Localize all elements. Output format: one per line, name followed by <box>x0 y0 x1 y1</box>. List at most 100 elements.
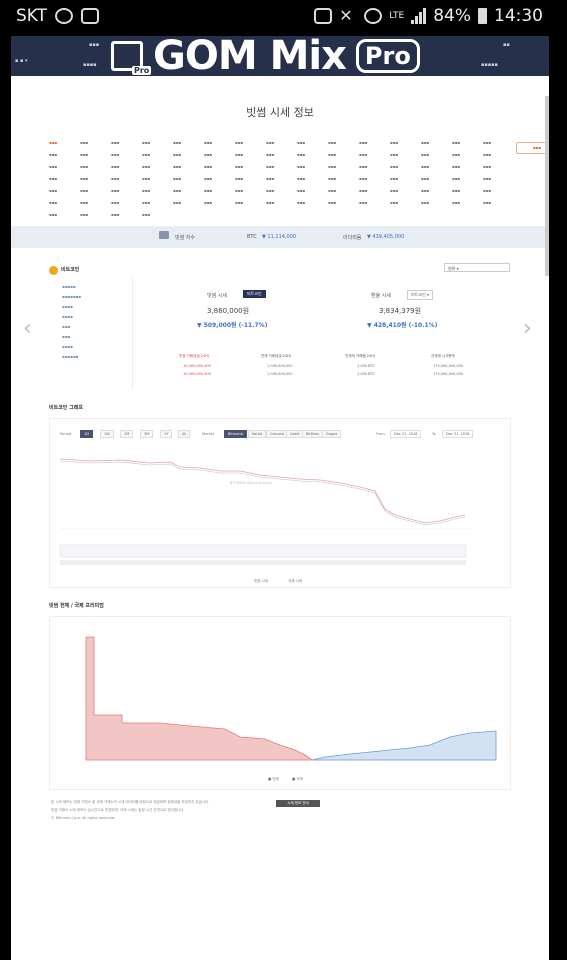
category-tab[interactable]: ▪▪▪ <box>483 200 491 205</box>
category-tab[interactable]: ▪▪▪ <box>421 200 429 205</box>
header-menu-item[interactable]: ▪▪▪▪▪ <box>481 62 498 68</box>
category-tab[interactable]: ▪▪▪ <box>142 140 150 145</box>
category-tab[interactable]: ▪▪▪ <box>328 176 336 181</box>
category-tab[interactable]: ▪▪▪ <box>204 200 212 205</box>
category-tab[interactable]: ▪▪▪ <box>483 176 491 181</box>
category-tab[interactable]: ▪▪▪ <box>49 200 57 205</box>
category-tab[interactable]: ▪▪▪ <box>235 140 243 145</box>
category-tab[interactable]: ▪▪▪ <box>359 188 367 193</box>
category-tab[interactable]: ▪▪▪ <box>452 176 460 181</box>
category-tab[interactable]: ▪▪▪ <box>142 152 150 157</box>
category-tab[interactable]: ▪▪▪ <box>204 188 212 193</box>
global-coin-select[interactable]: 비트코인 ▾ <box>407 290 434 300</box>
category-tab[interactable]: ▪▪▪ <box>328 200 336 205</box>
category-tab[interactable]: ▪▪▪ <box>235 164 243 169</box>
category-tab[interactable]: ▪▪▪ <box>452 140 460 145</box>
category-tab[interactable]: ▪▪▪ <box>266 152 274 157</box>
category-tab[interactable]: ▪▪▪ <box>49 188 57 193</box>
prev-arrow-icon[interactable]: ‹ <box>23 316 32 341</box>
side-list-item[interactable]: ▪▪▪▪▪▪▪ <box>62 294 81 299</box>
category-tab[interactable]: ▪▪▪ <box>297 188 305 193</box>
category-tab[interactable]: ▪▪▪ <box>390 176 398 181</box>
category-tab[interactable]: ▪▪▪ <box>452 152 460 157</box>
category-tab[interactable]: ▪▪▪ <box>483 140 491 145</box>
category-tab[interactable]: ▪▪▪ <box>359 140 367 145</box>
footer-info-button[interactable]: 시세 정보 안내 <box>276 800 320 807</box>
category-tab[interactable]: ▪▪▪ <box>266 188 274 193</box>
category-tab[interactable]: ▪▪▪ <box>173 152 181 157</box>
category-tab[interactable]: ▪▪▪ <box>173 164 181 169</box>
category-tab[interactable]: ▪▪▪ <box>80 176 88 181</box>
side-list-item[interactable]: ▪▪▪▪▪▪ <box>62 354 78 359</box>
category-tab[interactable]: ▪▪▪ <box>266 164 274 169</box>
range-scrollbar[interactable] <box>60 560 466 565</box>
bithumb-coin-tag[interactable]: 비트코인 <box>243 290 266 298</box>
header-menu-item[interactable]: ▪▪▪ <box>89 42 99 48</box>
category-tab[interactable]: ▪▪▪ <box>297 200 305 205</box>
category-tab[interactable]: ▪▪▪ <box>80 188 88 193</box>
header-menu-item[interactable]: ▪▪▪▪ <box>83 62 97 68</box>
category-tab[interactable]: ▪▪▪ <box>235 188 243 193</box>
category-tab[interactable]: ▪▪▪ <box>452 200 460 205</box>
category-tab[interactable]: ▪▪▪ <box>80 140 88 145</box>
category-tab[interactable]: ▪▪▪ <box>49 176 57 181</box>
category-tab[interactable]: ▪▪▪ <box>359 176 367 181</box>
category-tab[interactable]: ▪▪▪ <box>266 200 274 205</box>
side-list-item[interactable]: ▪▪▪▪ <box>62 314 73 319</box>
category-tab[interactable]: ▪▪▪ <box>111 152 119 157</box>
side-list-item[interactable]: ▪▪▪▪ <box>62 344 73 349</box>
category-tab[interactable]: ▪▪▪ <box>49 140 57 145</box>
category-tab[interactable]: ▪▪▪ <box>235 200 243 205</box>
category-tab[interactable]: ▪▪▪ <box>111 176 119 181</box>
category-tab[interactable]: ▪▪▪ <box>390 164 398 169</box>
category-tab[interactable]: ▪▪▪ <box>173 188 181 193</box>
category-tab[interactable]: ▪▪▪ <box>142 212 150 217</box>
category-tab[interactable]: ▪▪▪ <box>297 152 305 157</box>
category-tab[interactable]: ▪▪▪ <box>390 152 398 157</box>
currency-select[interactable]: 원화 ▾ <box>444 263 510 272</box>
category-tab[interactable]: ▪▪▪ <box>142 200 150 205</box>
category-tab[interactable]: ▪▪▪ <box>49 152 57 157</box>
category-tab[interactable]: ▪▪▪ <box>204 164 212 169</box>
category-tab[interactable]: ▪▪▪ <box>80 200 88 205</box>
category-tab[interactable]: ▪▪▪ <box>390 140 398 145</box>
category-tab[interactable]: ▪▪▪ <box>111 188 119 193</box>
category-tab[interactable]: ▪▪▪ <box>421 176 429 181</box>
category-tab[interactable]: ▪▪▪ <box>359 164 367 169</box>
category-tab[interactable]: ▪▪▪ <box>204 152 212 157</box>
category-tab[interactable]: ▪▪▪ <box>173 140 181 145</box>
category-tab[interactable]: ▪▪▪ <box>483 188 491 193</box>
side-list-item[interactable]: ▪▪▪ <box>62 334 70 339</box>
next-arrow-icon[interactable]: › <box>523 316 532 341</box>
category-tab[interactable]: ▪▪▪ <box>173 176 181 181</box>
category-tab[interactable]: ▪▪▪ <box>111 200 119 205</box>
category-tab[interactable]: ▪▪▪ <box>49 212 57 217</box>
header-menu-item[interactable]: ▪ ▪ ▾ <box>15 58 27 64</box>
category-tab[interactable]: ▪▪▪ <box>452 188 460 193</box>
category-tab[interactable]: ▪▪▪ <box>235 152 243 157</box>
category-tab[interactable]: ▪▪▪ <box>80 152 88 157</box>
category-tab[interactable]: ▪▪▪ <box>297 164 305 169</box>
category-tab[interactable]: ▪▪▪ <box>421 152 429 157</box>
category-tab[interactable]: ▪▪▪ <box>328 164 336 169</box>
category-tab[interactable]: ▪▪▪ <box>359 200 367 205</box>
category-tab[interactable]: ▪▪▪ <box>421 188 429 193</box>
range-navigator[interactable] <box>59 544 467 558</box>
category-tab[interactable]: ▪▪▪ <box>111 164 119 169</box>
category-tab[interactable]: ▪▪▪ <box>49 164 57 169</box>
category-tab[interactable]: ▪▪▪ <box>266 176 274 181</box>
side-list-item[interactable]: ▪▪▪ <box>62 324 70 329</box>
side-list-item[interactable]: ▪▪▪▪ <box>62 304 73 309</box>
category-tab[interactable]: ▪▪▪ <box>173 200 181 205</box>
category-tab[interactable]: ▪▪▪ <box>80 212 88 217</box>
category-tab[interactable]: ▪▪▪ <box>421 140 429 145</box>
category-tab[interactable]: ▪▪▪ <box>483 164 491 169</box>
category-tab[interactable]: ▪▪▪ <box>142 164 150 169</box>
category-tab[interactable]: ▪▪▪ <box>142 188 150 193</box>
category-tab[interactable]: ▪▪▪ <box>390 188 398 193</box>
category-tab[interactable]: ▪▪▪ <box>328 140 336 145</box>
page-scrollbar[interactable] <box>545 96 549 276</box>
category-tab[interactable]: ▪▪▪ <box>111 212 119 217</box>
category-tab[interactable]: ▪▪▪ <box>297 140 305 145</box>
category-tab[interactable]: ▪▪▪ <box>142 176 150 181</box>
